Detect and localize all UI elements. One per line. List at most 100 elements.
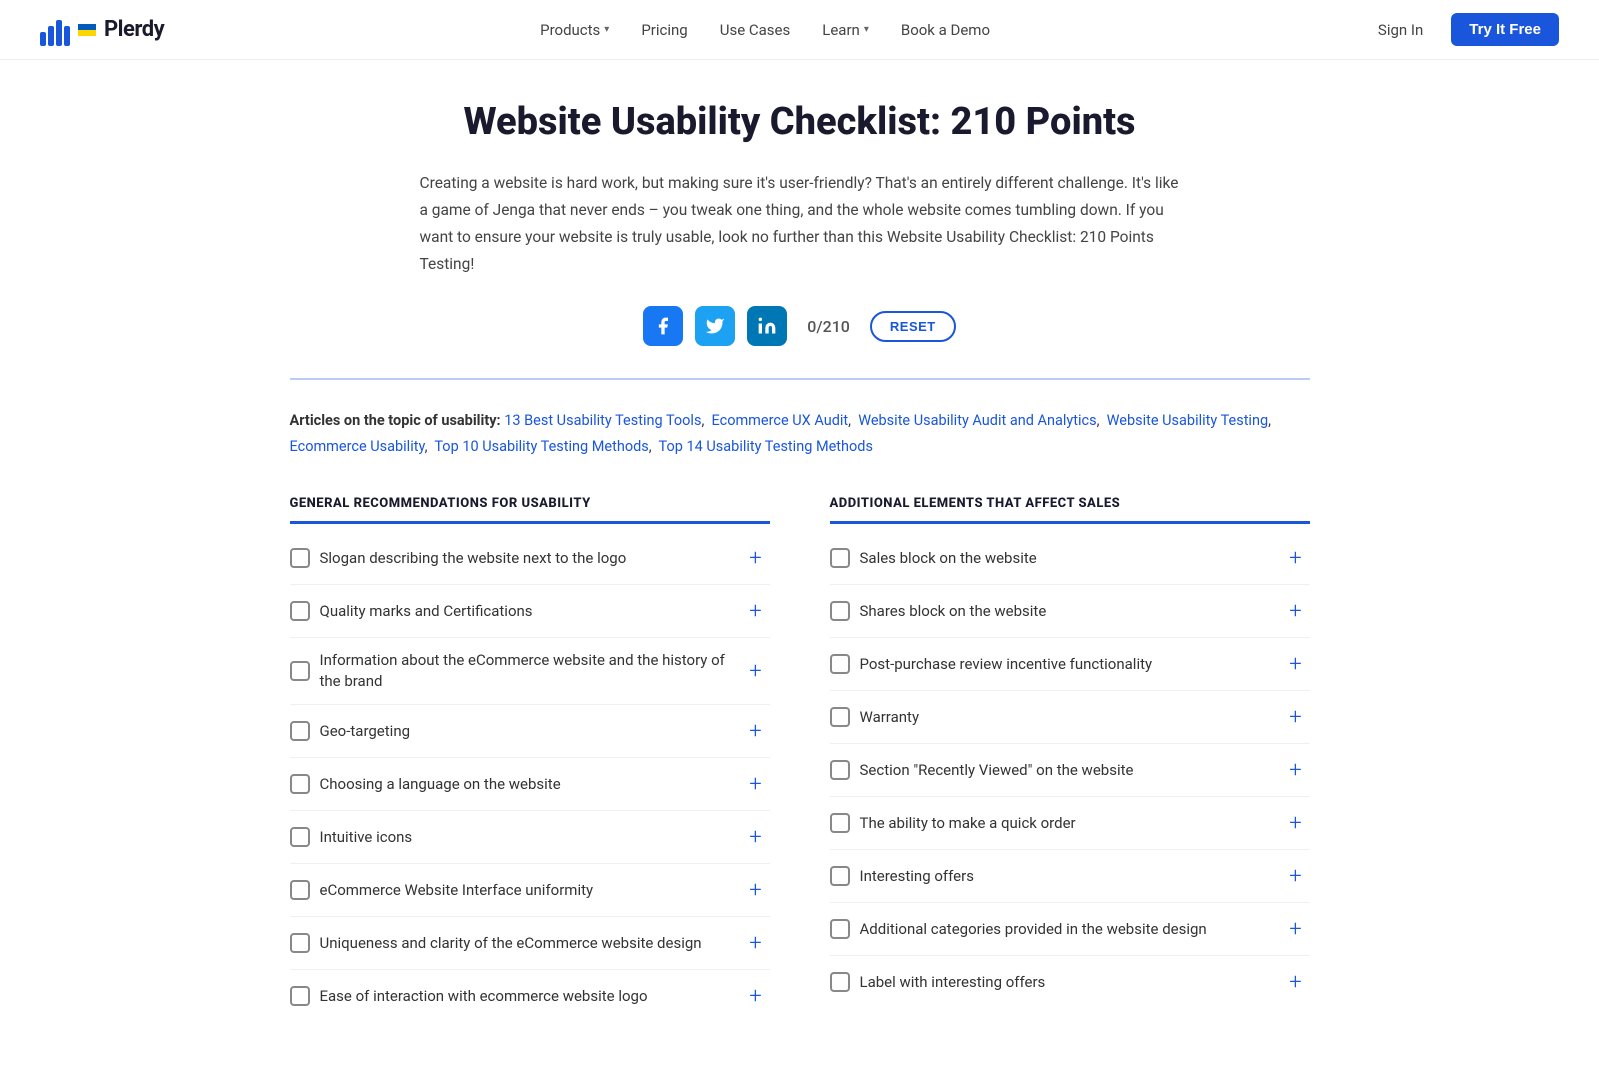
article-link-5[interactable]: Ecommerce Usability [290,438,425,455]
item-label-r4: Warranty [860,707,1272,728]
list-item: Interesting offers + [830,850,1310,903]
header: Plerdy Products ▾ Pricing Use Cases Lear… [0,0,1599,60]
list-item: Information about the eCommerce website … [290,638,770,705]
chevron-down-icon: ▾ [864,24,869,35]
checkbox-r7[interactable] [830,866,850,886]
nav-pricing[interactable]: Pricing [627,13,701,47]
item-label-8: Uniqueness and clarity of the eCommerce … [320,933,732,954]
expand-button-8[interactable]: + [742,929,770,957]
checkbox-5[interactable] [290,774,310,794]
article-link-6[interactable]: Top 10 Usability Testing Methods [434,438,648,455]
expand-button-r8[interactable]: + [1282,915,1310,943]
expand-button-3[interactable]: + [742,657,770,685]
logo-text: Plerdy [104,17,164,42]
checklist-columns: GENERAL RECOMMENDATIONS FOR USABILITY Sl… [290,496,1310,1022]
try-free-button[interactable]: Try It Free [1451,13,1559,46]
checkbox-9[interactable] [290,986,310,1006]
main-nav: Products ▾ Pricing Use Cases Learn ▾ Boo… [526,13,1004,47]
checkbox-r3[interactable] [830,654,850,674]
hero-section: Website Usability Checklist: 210 Points … [290,100,1310,346]
ukraine-flag-icon [78,24,96,36]
checkbox-6[interactable] [290,827,310,847]
left-section-title: GENERAL RECOMMENDATIONS FOR USABILITY [290,496,770,524]
list-item: Additional categories provided in the we… [830,903,1310,956]
linkedin-share-button[interactable] [747,306,787,346]
article-link-7[interactable]: Top 14 Usability Testing Methods [659,438,873,455]
item-label-1: Slogan describing the website next to th… [320,548,732,569]
list-item: Section "Recently Viewed" on the website… [830,744,1310,797]
expand-button-7[interactable]: + [742,876,770,904]
checkbox-r5[interactable] [830,760,850,780]
header-actions: Sign In Try It Free [1366,13,1559,46]
expand-button-r4[interactable]: + [1282,703,1310,731]
item-label-2: Quality marks and Certifications [320,601,732,622]
checkbox-r1[interactable] [830,548,850,568]
linkedin-icon [757,316,777,336]
list-item: Shares block on the website + [830,585,1310,638]
list-item: Quality marks and Certifications + [290,585,770,638]
checkbox-r4[interactable] [830,707,850,727]
expand-button-9[interactable]: + [742,982,770,1010]
item-label-r8: Additional categories provided in the we… [860,919,1272,940]
checkbox-2[interactable] [290,601,310,621]
section-divider [290,378,1310,380]
article-link-4[interactable]: Website Usability Testing [1107,412,1268,429]
list-item: eCommerce Website Interface uniformity + [290,864,770,917]
expand-button-1[interactable]: + [742,544,770,572]
nav-learn[interactable]: Learn ▾ [808,13,883,47]
checkbox-r6[interactable] [830,813,850,833]
right-section-title: ADDITIONAL ELEMENTS THAT AFFECT SALES [830,496,1310,524]
item-label-r5: Section "Recently Viewed" on the website [860,760,1272,781]
reset-button[interactable]: RESET [870,311,956,342]
list-item: Intuitive icons + [290,811,770,864]
checkbox-r8[interactable] [830,919,850,939]
progress-counter: 0/210 [807,317,850,336]
facebook-share-button[interactable] [643,306,683,346]
item-label-r6: The ability to make a quick order [860,813,1272,834]
sign-in-button[interactable]: Sign In [1366,15,1435,45]
expand-button-6[interactable]: + [742,823,770,851]
checkbox-r9[interactable] [830,972,850,992]
expand-button-r6[interactable]: + [1282,809,1310,837]
item-label-5: Choosing a language on the website [320,774,732,795]
item-label-r1: Sales block on the website [860,548,1272,569]
logo[interactable]: Plerdy [40,14,164,46]
checkbox-r2[interactable] [830,601,850,621]
list-item: Post-purchase review incentive functiona… [830,638,1310,691]
nav-book-demo[interactable]: Book a Demo [887,13,1004,47]
social-row: 0/210 RESET [290,306,1310,346]
article-link-2[interactable]: Ecommerce UX Audit [712,412,849,429]
expand-button-r3[interactable]: + [1282,650,1310,678]
hero-description: Creating a website is hard work, but mak… [420,170,1180,279]
list-item: The ability to make a quick order + [830,797,1310,850]
main-content: Website Usability Checklist: 210 Points … [250,60,1350,1082]
expand-button-r9[interactable]: + [1282,968,1310,996]
nav-use-cases[interactable]: Use Cases [706,13,805,47]
checkbox-7[interactable] [290,880,310,900]
expand-button-4[interactable]: + [742,717,770,745]
list-item: Ease of interaction with ecommerce websi… [290,970,770,1022]
expand-button-r2[interactable]: + [1282,597,1310,625]
nav-products[interactable]: Products ▾ [526,13,623,47]
article-link-1[interactable]: 13 Best Usability Testing Tools [504,412,701,429]
logo-icon [40,14,70,46]
item-label-3: Information about the eCommerce website … [320,650,732,692]
twitter-share-button[interactable] [695,306,735,346]
chevron-down-icon: ▾ [604,24,609,35]
checkbox-4[interactable] [290,721,310,741]
checkbox-1[interactable] [290,548,310,568]
checkbox-8[interactable] [290,933,310,953]
expand-button-r5[interactable]: + [1282,756,1310,784]
article-link-3[interactable]: Website Usability Audit and Analytics [858,412,1096,429]
expand-button-r7[interactable]: + [1282,862,1310,890]
expand-button-5[interactable]: + [742,770,770,798]
list-item: Label with interesting offers + [830,956,1310,1008]
list-item: Sales block on the website + [830,532,1310,585]
expand-button-r1[interactable]: + [1282,544,1310,572]
list-item: Warranty + [830,691,1310,744]
item-label-7: eCommerce Website Interface uniformity [320,880,732,901]
expand-button-2[interactable]: + [742,597,770,625]
item-label-r2: Shares block on the website [860,601,1272,622]
item-label-r3: Post-purchase review incentive functiona… [860,654,1272,675]
checkbox-3[interactable] [290,661,310,681]
